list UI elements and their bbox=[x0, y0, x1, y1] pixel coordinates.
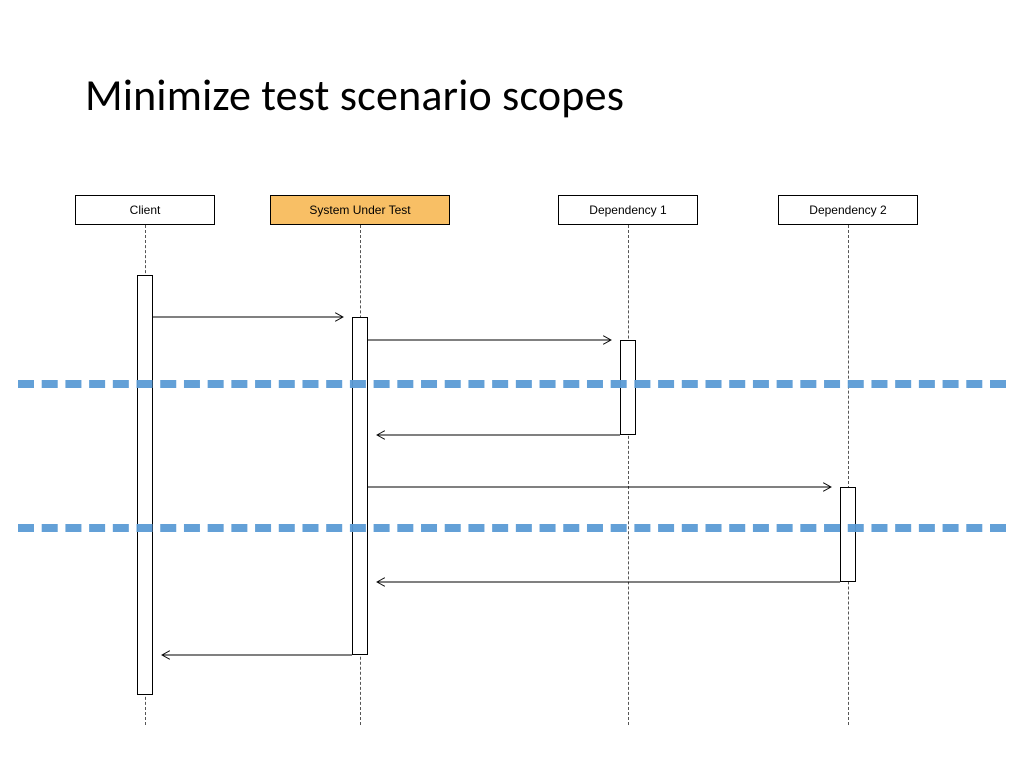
slide-title: Minimize test scenario scopes bbox=[85, 68, 624, 122]
slide-canvas: Minimize test scenario scopes Client Sys… bbox=[0, 0, 1024, 768]
scenario-boundary-upper bbox=[18, 380, 1006, 388]
participant-label: Dependency 2 bbox=[809, 203, 886, 217]
participant-dependency-2: Dependency 2 bbox=[778, 195, 918, 225]
participant-label: System Under Test bbox=[309, 203, 410, 217]
activation-sut bbox=[352, 317, 368, 655]
participant-label: Client bbox=[130, 203, 161, 217]
activation-client bbox=[137, 275, 153, 695]
lifeline-dep1 bbox=[628, 225, 629, 725]
participant-label: Dependency 1 bbox=[589, 203, 666, 217]
activation-dep2 bbox=[840, 487, 856, 582]
participant-client: Client bbox=[75, 195, 215, 225]
participant-dependency-1: Dependency 1 bbox=[558, 195, 698, 225]
lifeline-dep2 bbox=[848, 225, 849, 725]
scenario-boundary-lower bbox=[18, 524, 1006, 532]
participant-system-under-test: System Under Test bbox=[270, 195, 450, 225]
